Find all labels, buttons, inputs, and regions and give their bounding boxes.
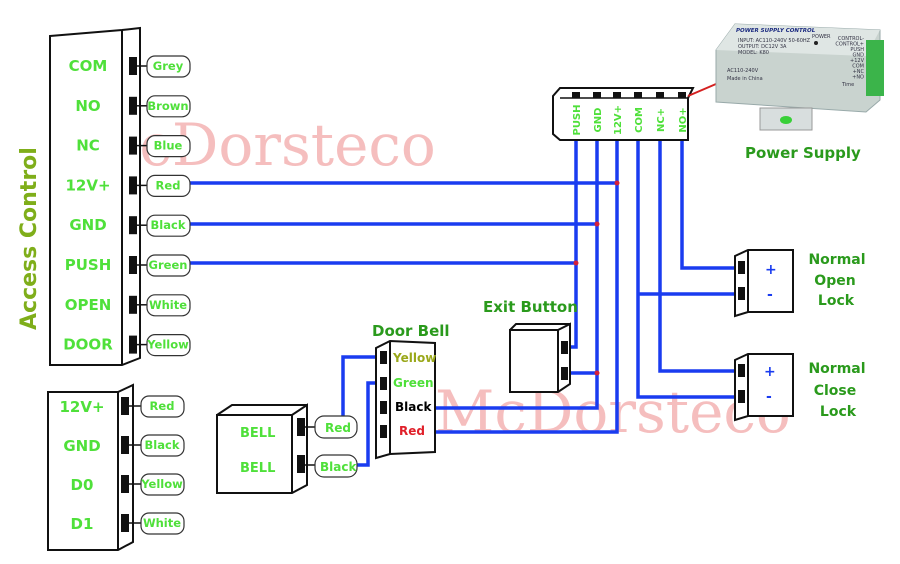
normal-close-lock: + - Normal Close Lock xyxy=(734,353,866,422)
plus-sign: + xyxy=(765,262,777,278)
bell-terminal-label: BELL xyxy=(240,461,275,476)
bell-terminal-label: BELL xyxy=(240,426,275,441)
psu-terminal-label: COM xyxy=(634,107,645,133)
lock-title-line: Open xyxy=(814,273,855,289)
terminal-label: COM xyxy=(69,57,108,75)
exit-button-title: Exit Button xyxy=(483,298,578,316)
terminal-label: NC xyxy=(76,137,100,155)
bell-unit: BELL BELL Red Black xyxy=(216,403,358,494)
wire-color-label: Red xyxy=(156,178,181,192)
psu-power-label: POWER xyxy=(812,34,831,40)
bell-wire-label: Black xyxy=(320,460,357,474)
psu-made: Made in China xyxy=(727,76,763,82)
access-control-unit: Access Control COM Grey NO Brown NC Blue 12V+ R… xyxy=(17,26,191,366)
wire-no xyxy=(680,140,738,270)
psu-side-label: +NO xyxy=(852,75,864,81)
psu-terminal-block: PUSH GND 12V+ COM NC+ NO+ xyxy=(552,83,717,141)
psu-ac: AC110-240V xyxy=(727,68,759,74)
terminal-label: GND xyxy=(69,216,106,234)
terminal-screw xyxy=(121,397,129,415)
psu-model: MODEL: K80 xyxy=(738,50,769,56)
terminal-label: GND xyxy=(63,437,100,455)
terminal-screw xyxy=(129,256,137,274)
wire-color-label: White xyxy=(143,516,181,530)
terminal-screw xyxy=(121,514,129,532)
wire-color-label: Grey xyxy=(153,59,184,73)
junction-dot xyxy=(594,221,600,227)
junction-dot xyxy=(594,370,600,376)
lock-title-line: Close xyxy=(814,383,857,399)
terminal-label: D1 xyxy=(71,515,94,533)
access-control-title: Access Control xyxy=(17,147,42,330)
terminal-screw xyxy=(129,176,137,195)
terminal-label: DOOR xyxy=(63,336,113,354)
terminal-label: NO xyxy=(75,97,100,115)
terminal-screw xyxy=(593,92,601,98)
terminal-screw xyxy=(129,335,137,354)
psu-terminal-label: 12V+ xyxy=(613,105,624,135)
terminal-screw xyxy=(129,216,137,235)
wire-color-label: Red xyxy=(150,399,175,413)
door-bell-terminal-yellow: Yellow xyxy=(392,351,436,365)
power-led-icon xyxy=(814,41,818,45)
terminal-screw xyxy=(634,92,642,98)
lock-title-line: Normal xyxy=(808,252,865,268)
terminal-screw xyxy=(129,96,137,115)
minus-sign: - xyxy=(767,287,773,303)
junction-dot xyxy=(614,180,620,186)
wire-color-label: Yellow xyxy=(140,477,183,491)
power-supply-device: POWER SUPPLY CONTROL INPUT: AC110-240V 5… xyxy=(715,23,884,162)
junction-dot xyxy=(573,260,579,266)
terminal-screw xyxy=(656,92,664,98)
psu-terminal-label: NO+ xyxy=(678,107,689,132)
door-bell-title: Door Bell xyxy=(372,322,450,340)
reader-unit: 12V+ Red GND Black D0 Yellow D1 White xyxy=(47,383,185,551)
terminal-screw xyxy=(121,436,129,454)
terminal-label: OPEN xyxy=(65,296,112,314)
lock-title-line: Normal xyxy=(808,361,865,377)
wire-color-label: Blue xyxy=(154,139,183,153)
door-bell-terminal-black: Black xyxy=(395,400,432,414)
terminal-screw xyxy=(129,295,137,314)
plus-sign: + xyxy=(764,364,776,380)
psu-time-label: Time xyxy=(841,82,854,88)
psu-terminal-label: NC+ xyxy=(656,108,667,132)
psu-terminal-label: PUSH xyxy=(572,104,583,135)
door-bell-terminal-green: Green xyxy=(393,376,434,390)
terminal-screw xyxy=(613,92,621,98)
wire-color-label: Yellow xyxy=(146,338,189,352)
psu-terminal-label: GND xyxy=(593,108,604,133)
terminal-label: PUSH xyxy=(65,256,112,274)
bell-wire-label: Red xyxy=(325,421,351,435)
lock-title-line: Lock xyxy=(820,404,857,420)
terminal-label: 12V+ xyxy=(59,398,104,416)
wire-color-label: Green xyxy=(149,258,188,272)
terminal-screw xyxy=(129,136,137,155)
power-supply-title: Power Supply xyxy=(745,144,861,162)
terminal-screw xyxy=(129,57,137,75)
wire-nc xyxy=(658,140,738,373)
wire-color-label: White xyxy=(149,298,187,312)
lock-title-line: Lock xyxy=(818,293,855,309)
wire-color-label: Black xyxy=(151,218,186,232)
terminal-label: 12V+ xyxy=(65,176,110,194)
wire-color-label: Black xyxy=(145,438,180,452)
psu-heading: POWER SUPPLY CONTROL xyxy=(736,28,816,34)
terminal-label: D0 xyxy=(71,476,94,494)
minus-sign: - xyxy=(766,389,772,405)
terminal-screw xyxy=(121,475,129,493)
terminal-screw xyxy=(572,92,580,98)
terminal-screw xyxy=(678,92,686,98)
door-bell-terminal-red: Red xyxy=(399,424,425,438)
wire-color-label: Brown xyxy=(147,99,188,113)
normal-open-lock: + - Normal Open Lock xyxy=(734,249,866,318)
wiring-diagram: McDorsteco McDorsteco Access Control COM… xyxy=(17,23,884,551)
